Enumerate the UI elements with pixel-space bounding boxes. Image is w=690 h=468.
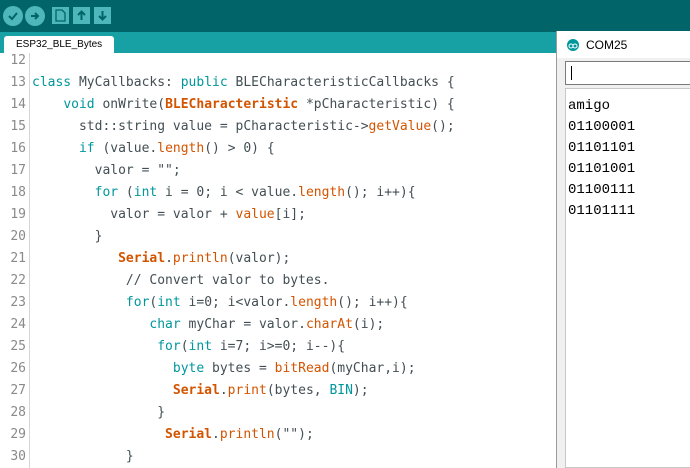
code-line-20: }	[32, 229, 103, 244]
line-number: 18	[10, 185, 26, 200]
line-number: 15	[10, 119, 26, 134]
code-line-18: for (int i = 0; i < value.length(); i++)…	[32, 185, 416, 200]
code-line-24: char myChar = valor.charAt(i);	[32, 317, 385, 332]
text-caret	[571, 66, 572, 80]
serial-output-line: 01100111	[568, 182, 636, 198]
code-line-27: Serial.print(bytes, BIN);	[32, 383, 369, 398]
code-line-14: void onWrite(BLECharacteristic *pCharact…	[63, 97, 455, 112]
serial-output-line: 01101101	[568, 140, 636, 156]
line-number: 29	[10, 427, 26, 442]
code-line-16: if (value.length() > 0) {	[32, 141, 275, 156]
line-number: 25	[10, 339, 26, 354]
open-button[interactable]	[73, 7, 90, 24]
line-number: 30	[10, 449, 26, 464]
line-number: 28	[10, 405, 26, 420]
line-number: 23	[10, 295, 26, 310]
serial-output-area[interactable]: ··· amigo 01100001 01101101 01101001 011…	[565, 88, 690, 468]
code-line-29: Serial.println("");	[32, 427, 314, 442]
arrow-down-icon	[98, 11, 107, 21]
line-number: 14	[10, 97, 26, 112]
line-number: 19	[10, 207, 26, 222]
code-line-13: class MyCallbacks: public BLECharacteris…	[32, 75, 455, 90]
code-line-21: Serial.println(valor);	[32, 251, 291, 266]
line-number: 21	[10, 251, 26, 266]
line-number: 16	[10, 141, 26, 156]
code-line-26: byte bytes = bitRead(myChar,i);	[32, 361, 416, 376]
toolbar	[0, 0, 690, 32]
line-number: 22	[10, 273, 26, 288]
serial-output-line-partial: ···	[568, 89, 593, 96]
code-line-28: }	[32, 405, 166, 420]
upload-button[interactable]	[25, 6, 45, 26]
code-line-22: // Convert valor to bytes.	[32, 273, 330, 288]
arrow-up-icon	[77, 10, 86, 20]
page-icon	[55, 9, 66, 22]
serial-output-line: 01101001	[568, 161, 636, 177]
line-number: 26	[10, 361, 26, 376]
line-number: 17	[10, 163, 26, 178]
code-line-30: }	[32, 449, 134, 464]
line-number: 12	[10, 53, 26, 68]
line-number: 24	[10, 317, 26, 332]
line-number-gutter: 12 13 14 15 16 17 18 19 20 21 22 23 24 2…	[0, 53, 30, 468]
check-icon	[8, 12, 18, 21]
arrow-right-icon	[31, 12, 40, 20]
serial-port-title: COM25	[586, 38, 628, 52]
code-line-15: std::string value = pCharacteristic->get…	[32, 119, 455, 134]
new-button[interactable]	[52, 7, 69, 24]
code-line-25: for(int i=7; i>=0; i--){	[32, 339, 346, 354]
serial-monitor-window: COM25 ··· amigo 01100001 01101101 011010…	[556, 31, 690, 468]
code-line-23: for(int i=0; i<valor.length(); i++){	[32, 295, 408, 310]
arduino-logo-icon	[567, 39, 579, 51]
save-button[interactable]	[94, 7, 111, 24]
line-number: 27	[10, 383, 26, 398]
serial-output-line: amigo	[568, 98, 611, 114]
code-line-19: valor = valor + value[i];	[32, 207, 306, 222]
serial-monitor-titlebar[interactable]: COM25	[557, 31, 690, 58]
code-line-17: valor = "";	[32, 163, 181, 178]
line-number: 20	[10, 229, 26, 244]
serial-send-input[interactable]	[565, 61, 690, 85]
serial-output-line: 01100001	[568, 119, 636, 135]
serial-output-line: 01101111	[568, 203, 636, 219]
verify-button[interactable]	[3, 6, 23, 26]
line-number: 13	[10, 75, 26, 90]
